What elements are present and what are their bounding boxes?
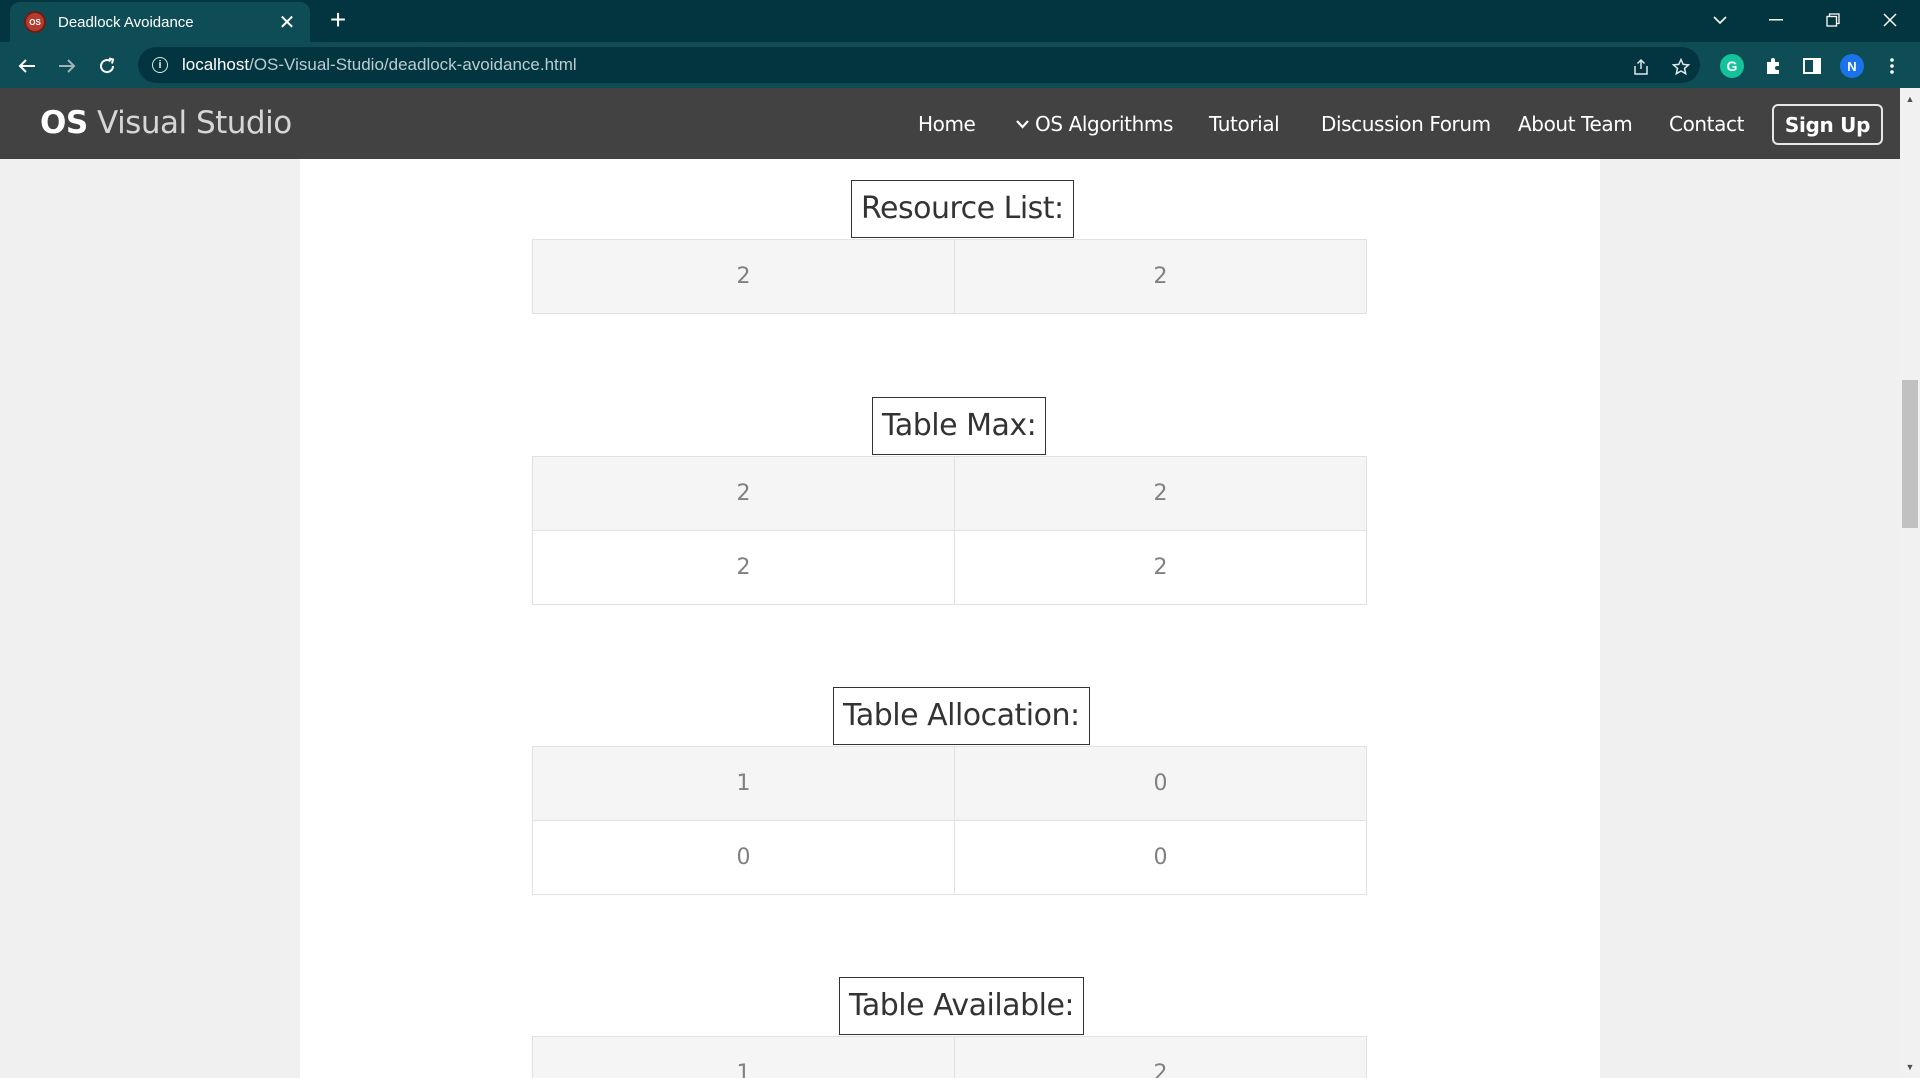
resource-list-title: Resource List:	[851, 180, 1074, 238]
table-cell: 2	[532, 239, 955, 314]
minimize-icon[interactable]	[1748, 0, 1804, 40]
back-icon[interactable]	[11, 50, 43, 82]
table-row: 0 0	[532, 820, 1367, 895]
tab-close-icon[interactable]: ✕	[276, 10, 298, 35]
table-max: 2 2 2 2	[532, 456, 1367, 605]
table-cell: 1	[532, 1036, 955, 1078]
table-cell: 0	[532, 820, 955, 895]
table-cell: 2	[954, 456, 1367, 531]
url-path: /OS-Visual-Studio/deadlock-avoidance.htm…	[249, 55, 577, 74]
nav-discussion-forum[interactable]: Discussion Forum	[1321, 112, 1491, 136]
table-row: 2 2	[532, 239, 1367, 314]
nav-home[interactable]: Home	[918, 112, 976, 136]
table-allocation: 1 0 0 0	[532, 746, 1367, 895]
nav-os-algorithms[interactable]: OS Algorithms	[1016, 112, 1173, 136]
table-available-title: Table Available:	[839, 977, 1085, 1035]
chevron-down-icon	[1016, 117, 1029, 133]
brand-name: Visual Studio	[87, 105, 292, 141]
table-row: 1 2	[532, 1036, 1367, 1078]
avatar[interactable]: N	[1840, 54, 1864, 78]
nav-tutorial[interactable]: Tutorial	[1209, 112, 1280, 136]
table-allocation-title: Table Allocation:	[833, 687, 1090, 745]
resource-list-table: 2 2	[532, 239, 1367, 314]
main-content: Resource List: 2 2 Table Max: 2 2 2 2 Ta…	[300, 159, 1600, 1078]
table-cell: 2	[954, 239, 1367, 314]
restore-icon[interactable]	[1805, 0, 1861, 40]
table-cell: 0	[954, 820, 1367, 895]
brand-logo[interactable]: OS Visual Studio	[40, 105, 292, 141]
share-icon[interactable]	[1630, 56, 1652, 78]
table-cell: 2	[954, 530, 1367, 605]
grammarly-icon[interactable]: G	[1720, 54, 1744, 78]
table-row: 1 0	[532, 746, 1367, 821]
favicon-icon: OS	[24, 11, 46, 33]
table-cell: 0	[954, 746, 1367, 821]
table-cell: 1	[532, 746, 955, 821]
tab-search-icon[interactable]	[1692, 0, 1748, 40]
table-cell: 2	[532, 456, 955, 531]
star-icon[interactable]	[1670, 56, 1692, 78]
scrollbar-thumb[interactable]	[1902, 380, 1918, 528]
info-icon[interactable]: i	[152, 57, 168, 73]
extensions-icon[interactable]	[1761, 54, 1785, 78]
table-available: 1 2	[532, 1036, 1367, 1078]
address-bar[interactable]: i localhost/OS-Visual-Studio/deadlock-av…	[138, 47, 1700, 83]
table-cell: 2	[954, 1036, 1367, 1078]
scroll-down-icon[interactable]: ▼	[1900, 1058, 1920, 1076]
url-host: localhost	[182, 55, 250, 74]
table-max-title: Table Max:	[872, 397, 1047, 455]
sidepanel-icon[interactable]	[1800, 54, 1824, 78]
scroll-up-icon[interactable]: ▲	[1900, 90, 1920, 108]
nav-os-algorithms-label: OS Algorithms	[1035, 112, 1173, 136]
site-navbar: OS Visual Studio Home OS Algorithms Tuto…	[0, 88, 1900, 159]
table-cell: 2	[532, 530, 955, 605]
nav-about-team[interactable]: About Team	[1518, 112, 1633, 136]
page-scrollbar[interactable]: ▲ ▼	[1900, 88, 1920, 1078]
sign-up-button[interactable]: Sign Up	[1772, 104, 1883, 145]
browser-toolbar: i localhost/OS-Visual-Studio/deadlock-av…	[0, 42, 1920, 88]
browser-tab-active[interactable]: OS Deadlock Avoidance ✕	[10, 2, 310, 42]
brand-os: OS	[40, 105, 88, 141]
table-row: 2 2	[532, 530, 1367, 605]
reload-icon[interactable]	[91, 50, 123, 82]
new-tab-button[interactable]: +	[324, 6, 352, 34]
tab-title: Deadlock Avoidance	[58, 13, 194, 31]
forward-icon[interactable]	[51, 50, 83, 82]
close-icon[interactable]	[1862, 0, 1918, 40]
browser-tabstrip: OS Deadlock Avoidance ✕ +	[0, 0, 1920, 42]
nav-contact[interactable]: Contact	[1669, 112, 1744, 136]
menu-icon[interactable]	[1880, 54, 1904, 78]
table-row: 2 2	[532, 456, 1367, 531]
